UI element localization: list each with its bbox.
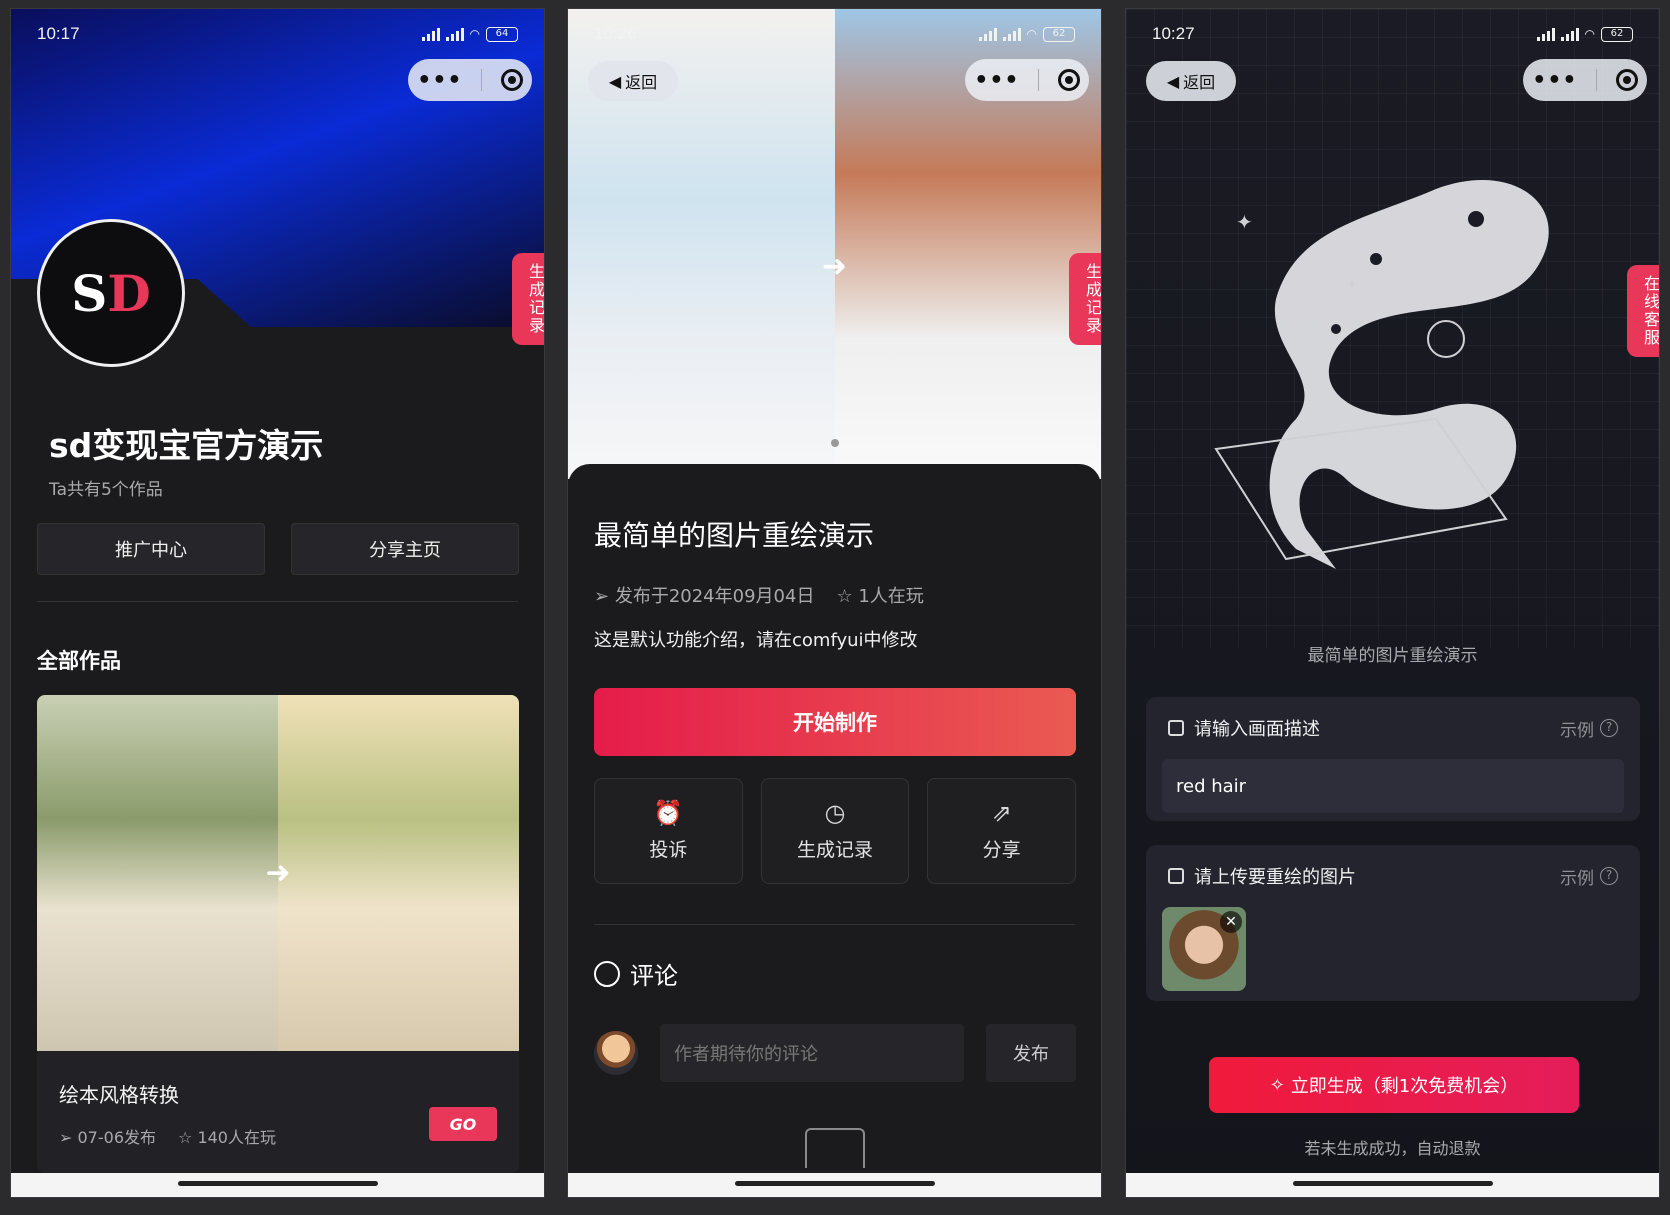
prompt-box: 请输入画面描述 示例? red hair <box>1146 697 1640 821</box>
signal-icon <box>421 27 440 41</box>
uploaded-image-thumbnail[interactable]: ✕ <box>1162 907 1246 991</box>
profile-avatar: SD <box>37 219 185 367</box>
empty-comments-icon <box>804 1128 865 1168</box>
work-players: 140人在玩 <box>197 1128 276 1147</box>
close-mini-program-icon[interactable] <box>500 69 523 91</box>
signal-icon <box>445 27 464 41</box>
status-bar: 10:17 ◠ 64 <box>11 9 544 59</box>
help-icon: ? <box>1600 719 1618 737</box>
more-icon[interactable]: ••• <box>1532 68 1577 93</box>
star-icon: ☆ <box>836 586 853 607</box>
alarm-icon: ⏰ <box>653 798 684 827</box>
text-icon <box>1168 720 1184 736</box>
works-count: Ta共有5个作品 <box>49 480 163 500</box>
status-time: 10:27 <box>1152 24 1195 43</box>
status-time: 10:17 <box>37 24 80 43</box>
history-button[interactable]: ◷ 生成记录 <box>760 778 910 884</box>
magic-icon: ✧ <box>1269 1074 1285 1096</box>
signal-icon <box>1536 27 1555 41</box>
chevron-left-icon: ◀ <box>1166 71 1180 91</box>
wifi-icon: ◠ <box>469 27 480 41</box>
signal-icon <box>978 27 997 41</box>
space-illustration: ✦ ✦ <box>1214 180 1549 569</box>
section-title: 全部作品 <box>37 649 121 673</box>
upload-box: 请上传要重绘的图片 示例? ✕ <box>1146 845 1640 1001</box>
generate-button[interactable]: ✧ 立即生成（剩1次免费机会） <box>1209 1057 1579 1113</box>
publish-date: 发布于2024年09月04日 <box>614 586 815 607</box>
detail-panel: 最简单的图片重绘演示 ➢ 发布于2024年09月04日 ☆ 1人在玩 这是默认功… <box>568 464 1101 1173</box>
clock-icon: ◷ <box>824 798 846 827</box>
battery-icon: 62 <box>1043 26 1075 42</box>
status-bar: 10:27 ◠ 62 <box>1126 9 1659 59</box>
share-profile-button[interactable]: 分享主页 <box>291 523 519 575</box>
profile-name: sd变现宝官方演示 <box>49 426 324 465</box>
signal-icon <box>1560 27 1579 41</box>
phone-detail-screen: ➜ 10:26 ◠ 62 ◀ 返回 ••• 生成记录 最简单的图片重绘演示 ➢ 发… <box>567 8 1102 1198</box>
work-date: 07-06发布 <box>77 1128 157 1147</box>
chevron-left-icon: ◀ <box>608 71 622 91</box>
battery-icon: 62 <box>1601 26 1633 42</box>
home-indicator <box>11 1173 544 1197</box>
image-icon <box>1168 868 1184 884</box>
back-button[interactable]: ◀ 返回 <box>1146 61 1236 101</box>
more-icon[interactable]: ••• <box>974 68 1019 93</box>
refund-note: 若未生成成功，自动退款 <box>1304 1139 1481 1158</box>
comments-title: 评论 <box>630 962 678 990</box>
divider <box>594 924 1075 925</box>
battery-icon: 64 <box>486 26 518 42</box>
work-caption: 最简单的图片重绘演示 <box>1307 646 1478 666</box>
prompt-input[interactable]: red hair <box>1162 759 1624 813</box>
report-button[interactable]: ⏰ 投诉 <box>594 778 743 884</box>
share-button[interactable]: ⇗ 分享 <box>927 778 1077 884</box>
comment-input[interactable]: 作者期待你的评论 <box>660 1024 964 1082</box>
wifi-icon: ◠ <box>1584 27 1595 41</box>
home-indicator <box>568 1173 1101 1197</box>
divider <box>37 601 518 602</box>
work-description: 这是默认功能介绍，请在comfyui中修改 <box>594 630 918 651</box>
close-mini-program-icon[interactable] <box>1057 69 1080 91</box>
home-indicator <box>1126 1173 1659 1197</box>
upload-label: 请上传要重绘的图片 <box>1194 867 1356 888</box>
publish-comment-button[interactable]: 发布 <box>986 1024 1076 1082</box>
side-tab-support[interactable]: 在线客服 <box>1627 265 1659 357</box>
phone-generate-screen: 10:27 ◠ 62 ◀ 返回 ••• 在线客服 ✦ ✦ 最简单的图片重绘演示 请… <box>1125 8 1660 1198</box>
wifi-icon: ◠ <box>1026 27 1037 41</box>
status-time: 10:26 <box>594 24 637 43</box>
comment-icon <box>594 960 620 987</box>
work-preview-image: ➜ <box>37 695 519 1051</box>
arrow-right-icon: ➜ <box>821 249 848 284</box>
carousel-dot[interactable] <box>830 439 839 447</box>
status-bar: 10:26 ◠ 62 <box>568 9 1101 59</box>
mini-program-capsule[interactable]: ••• <box>408 59 532 101</box>
work-title: 绘本风格转换 <box>59 1083 179 1107</box>
share-icon: ⇗ <box>991 798 1012 827</box>
prompt-label: 请输入画面描述 <box>1194 719 1320 740</box>
work-title: 最简单的图片重绘演示 <box>594 519 875 552</box>
arrow-right-icon: ➜ <box>265 855 291 891</box>
send-icon: ➢ <box>594 586 610 607</box>
go-button[interactable]: GO <box>429 1107 497 1141</box>
players-count: 1人在玩 <box>858 586 924 607</box>
close-mini-program-icon[interactable] <box>1615 69 1638 91</box>
svg-text:✦: ✦ <box>1346 277 1358 293</box>
phone-profile-screen: 10:17 ◠ 64 ••• SD 生成记录 sd变现宝官方演示 Ta共有5个作… <box>10 8 545 1198</box>
promo-center-button[interactable]: 推广中心 <box>37 523 265 575</box>
side-tab-history[interactable]: 生成记录 <box>512 253 544 345</box>
signal-icon <box>1002 27 1021 41</box>
example-link[interactable]: 示例? <box>1560 716 1618 741</box>
mini-program-capsule[interactable]: ••• <box>1523 59 1647 101</box>
star-icon: ☆ <box>178 1128 193 1147</box>
side-tab-history[interactable]: 生成记录 <box>1069 253 1101 345</box>
work-card[interactable]: ➜ 绘本风格转换 ➢ 07-06发布 ☆ 140人在玩 GO <box>37 695 519 1173</box>
example-link[interactable]: 示例? <box>1560 864 1618 889</box>
send-icon: ➢ <box>59 1128 73 1147</box>
more-icon[interactable]: ••• <box>417 68 462 93</box>
back-button[interactable]: ◀ 返回 <box>588 61 678 101</box>
user-avatar <box>594 1031 638 1075</box>
mini-program-capsule[interactable]: ••• <box>965 59 1089 101</box>
close-icon[interactable]: ✕ <box>1220 911 1242 933</box>
help-icon: ? <box>1600 867 1618 885</box>
svg-text:✦: ✦ <box>1236 210 1253 234</box>
start-button[interactable]: 开始制作 <box>594 688 1076 756</box>
